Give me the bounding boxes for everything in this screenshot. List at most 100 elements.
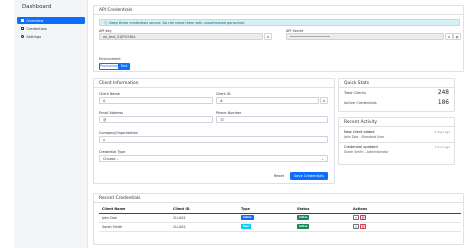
phone-icon: ☏: [220, 117, 225, 122]
type-badge: User: [241, 224, 252, 229]
copy-icon: ⧉: [447, 34, 451, 39]
actions-cell: ✎ 🗑: [350, 213, 461, 223]
delete-button[interactable]: 🗑: [360, 224, 366, 229]
eye-icon: ◉: [455, 34, 459, 39]
email-field[interactable]: @: [99, 116, 213, 123]
client-id-label: Client ID: [216, 92, 231, 96]
credential-type-label: Credential Type: [99, 150, 126, 154]
user-icon: A: [103, 98, 106, 103]
email-label: Email Address: [99, 111, 123, 115]
copy-api-secret-button[interactable]: ⧉: [445, 33, 453, 40]
reset-button[interactable]: Reset: [272, 172, 286, 180]
client-name-cell: John Doe: [99, 213, 170, 223]
api-secret-field[interactable]: ••••••••••••••••••••: [286, 33, 444, 40]
trash-icon: 🗑: [361, 225, 365, 229]
card-title: API Credentials: [94, 6, 463, 15]
gear-icon: [21, 34, 25, 39]
credentials-table: Client Name Client ID Type Status Action…: [99, 206, 461, 232]
table-row: Sarah Smith CLI-002 User Active ✎ 🗑: [99, 222, 461, 232]
activity-title: Credential updated: [344, 145, 378, 149]
environment-label: Environment: [99, 57, 121, 61]
edit-button[interactable]: ✎: [353, 224, 359, 229]
column-header: Type: [238, 206, 294, 214]
status-badge: Active: [297, 215, 310, 220]
activity-title: New client added: [344, 130, 375, 134]
sidebar-item-label: Credentials: [26, 26, 47, 31]
delete-button[interactable]: 🗑: [360, 215, 366, 220]
sidebar: Dashboard Overview Credentials Settings: [14, 0, 88, 248]
sidebar-item-credentials[interactable]: Credentials: [17, 25, 85, 32]
activity-detail: Sarah Smith - Administrator: [344, 150, 389, 154]
phone-field[interactable]: ☏: [216, 116, 328, 123]
status-cell: Active: [294, 222, 350, 232]
client-id-cell: CLI-002: [170, 222, 238, 232]
status-badge: Active: [297, 224, 310, 229]
recent-activity-card: Recent Activity New client added 3 days …: [338, 117, 455, 165]
company-label: Company/Organization: [99, 131, 138, 135]
stat-label: Total Clients: [344, 91, 366, 95]
status-cell: Active: [294, 213, 350, 223]
sidebar-brand: Dashboard: [22, 4, 52, 10]
client-name-cell: Sarah Smith: [99, 222, 170, 232]
activity-time: 1 hour ago: [434, 145, 450, 149]
alert-text: Keep these credentials secure. Do not sh…: [109, 20, 246, 25]
stat-value: 186: [437, 100, 449, 106]
stat-active-credentials: Active Credentials 186: [344, 99, 449, 107]
column-header: Client ID: [170, 206, 238, 214]
divider: [339, 141, 454, 143]
stat-value: 248: [437, 90, 449, 96]
edit-button[interactable]: ✎: [353, 215, 359, 220]
column-header: Actions: [350, 206, 461, 214]
sidebar-item-overview[interactable]: Overview: [17, 17, 85, 24]
client-name-label: Client Name: [99, 92, 120, 96]
sidebar-item-label: Settings: [26, 34, 42, 39]
client-id-field[interactable]: #: [216, 97, 319, 104]
client-information-card: Client Information Client Name A Client …: [93, 78, 335, 184]
card-title: Recent Activity: [339, 118, 454, 127]
activity-time: 3 days ago: [434, 130, 450, 134]
table-header-row: Client Name Client ID Type Status Action…: [99, 206, 461, 214]
card-title: Recent Credentials: [94, 194, 463, 203]
quick-stats-card: Quick Stats Total Clients 248 Active Cre…: [338, 78, 455, 112]
recent-credentials-card: Recent Credentials Client Name Client ID…: [93, 193, 464, 245]
column-header: Client Name: [99, 206, 170, 214]
main-content: API Credentials ⓘ Keep these credentials…: [89, 0, 474, 248]
env-test-button[interactable]: Test: [118, 63, 130, 70]
generate-id-button[interactable]: ⧉: [320, 97, 328, 104]
credential-type-select[interactable]: Choose... ⌄: [99, 155, 328, 162]
at-icon: @: [103, 117, 107, 122]
phone-label: Phone Number: [216, 111, 242, 115]
company-field[interactable]: ⌂: [99, 136, 328, 143]
document-icon: [21, 26, 25, 31]
type-cell: User: [238, 222, 294, 232]
activity-detail: John Doe - Standard User: [344, 135, 385, 139]
copy-icon: ⧉: [266, 34, 270, 39]
select-value: Choose...: [103, 156, 119, 161]
hash-icon: #: [220, 98, 223, 103]
copy-api-key-button[interactable]: ⧉: [264, 33, 272, 40]
info-icon: ⓘ: [104, 21, 108, 25]
client-name-field[interactable]: A: [99, 97, 213, 104]
stat-label: Active Credentials: [344, 101, 377, 105]
save-credentials-button[interactable]: Save Credentials: [290, 172, 328, 180]
copy-icon: ⧉: [322, 98, 326, 103]
trash-icon: 🗑: [361, 216, 365, 220]
actions-cell: ✎ 🗑: [350, 222, 461, 232]
client-id-cell: CLI-001: [170, 213, 238, 223]
sidebar-item-label: Overview: [26, 18, 44, 23]
security-alert: ⓘ Keep these credentials secure. Do not …: [99, 19, 460, 26]
column-header: Status: [294, 206, 350, 214]
chevron-down-icon: ⌄: [321, 156, 324, 161]
grid-icon: [21, 18, 25, 23]
env-production-button[interactable]: Production: [99, 63, 119, 70]
table-row: John Doe CLI-001 Admin Active ✎ 🗑: [99, 213, 461, 223]
card-title: Quick Stats: [339, 79, 454, 88]
pencil-icon: ✎: [354, 225, 358, 229]
card-title: Client Information: [94, 79, 334, 88]
type-cell: Admin: [238, 213, 294, 223]
sidebar-item-settings[interactable]: Settings: [17, 33, 85, 40]
type-badge: Admin: [241, 215, 254, 220]
api-key-field[interactable]: ak_test_51JP2H3Bx: [99, 33, 263, 40]
api-credentials-card: API Credentials ⓘ Keep these credentials…: [93, 5, 464, 72]
toggle-secret-visibility-button[interactable]: ◉: [453, 33, 461, 40]
